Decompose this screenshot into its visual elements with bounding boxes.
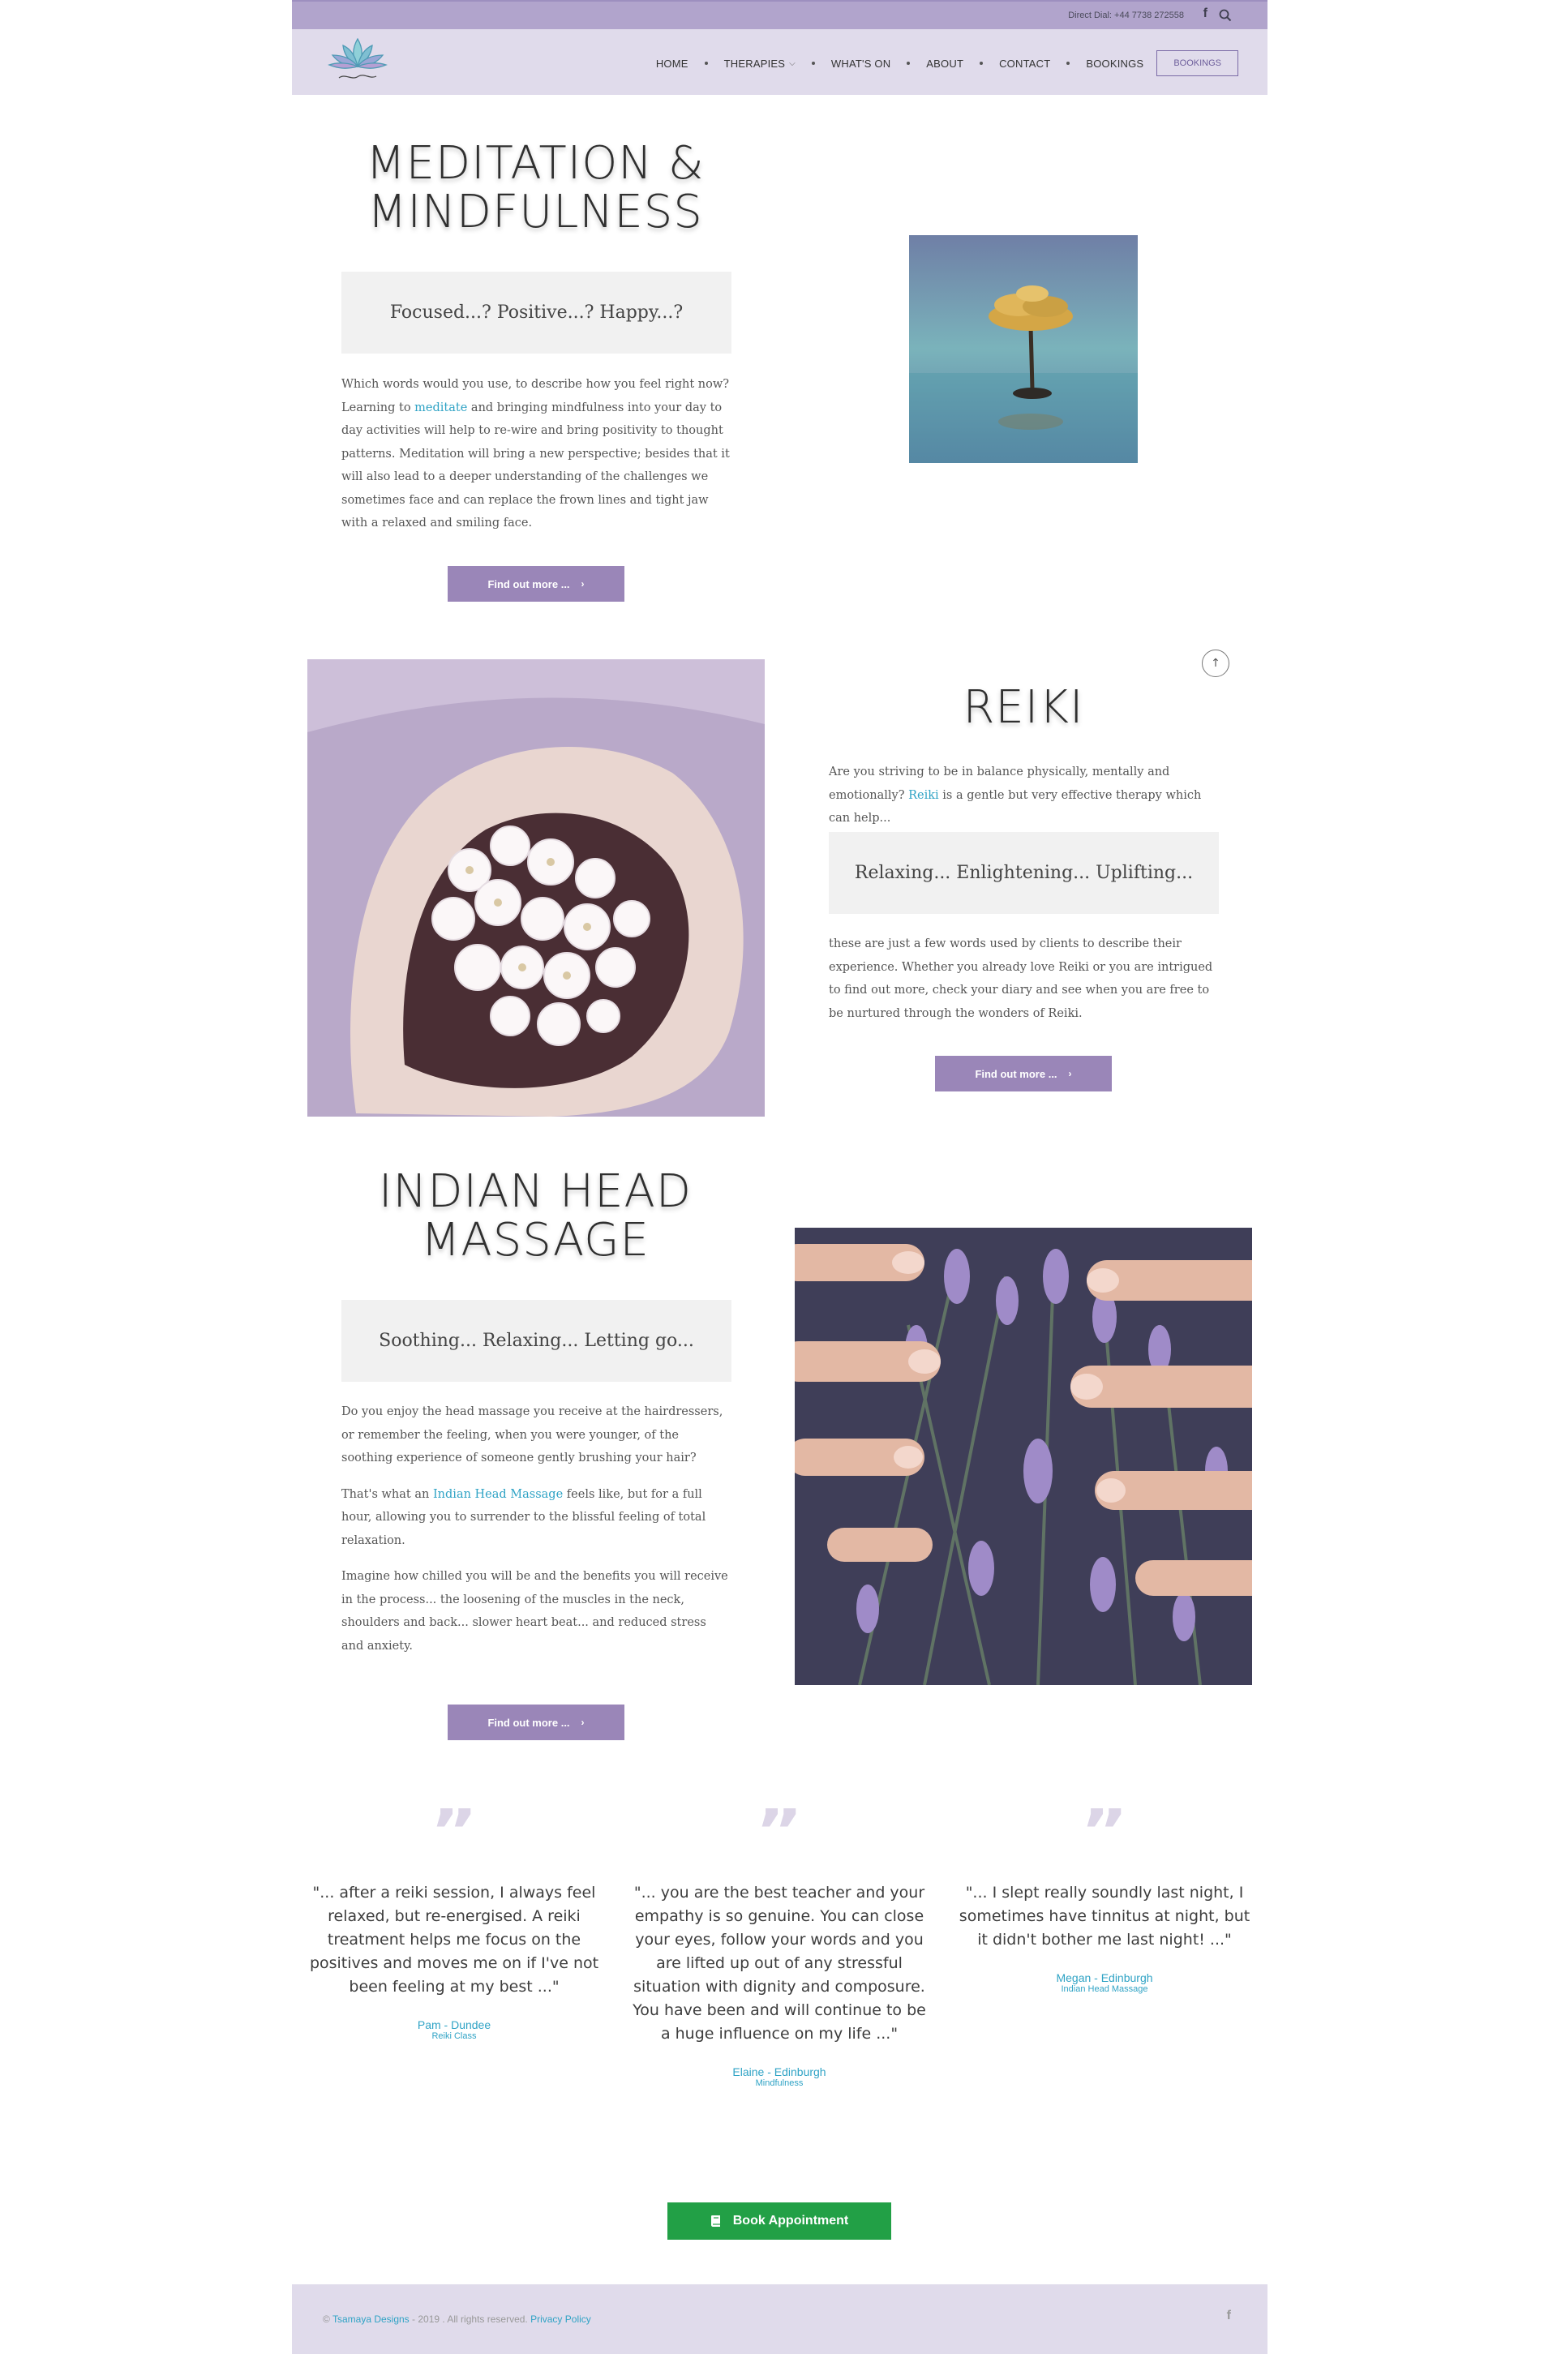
- meditation-find-out-more-button[interactable]: Find out more ... ›: [448, 566, 624, 602]
- ihm-title: INDIAN HEAD MASSAGE: [341, 1168, 730, 1265]
- nav-bookings[interactable]: BOOKINGS: [1086, 58, 1143, 70]
- meditation-tagline: Focused...? Positive...? Happy...?: [389, 302, 684, 323]
- testimonial-class: Reiki Class: [431, 2031, 477, 2041]
- page: Direct Dial: +44 7738 272558 f HOME THER…: [292, 0, 1267, 2380]
- ihm-tagline: Soothing... Relaxing... Letting go...: [379, 1331, 694, 1351]
- testimonial-class: Mindfulness: [755, 2078, 804, 2088]
- ihm-button-label: Find out more ...: [487, 1716, 570, 1729]
- testimonial: ” "... you are the best teacher and your…: [629, 1808, 929, 2088]
- designer-link[interactable]: Tsamaya Designs: [332, 2314, 410, 2325]
- copyright-middle: - 2019 . All rights reserved.: [409, 2314, 531, 2325]
- nav-separator: [704, 62, 708, 65]
- privacy-policy-link[interactable]: Privacy Policy: [530, 2314, 591, 2325]
- nav-separator: [1066, 62, 1070, 65]
- nav-home[interactable]: HOME: [656, 58, 688, 70]
- reiki-link[interactable]: Reiki: [908, 789, 939, 802]
- nav-whats-on[interactable]: WHAT'S ON: [831, 58, 890, 70]
- ihm-p2-text-1: That's what an: [341, 1487, 433, 1501]
- meditation-tagline-box: Focused...? Positive...? Happy...?: [341, 272, 731, 354]
- hands-flowers-image: [307, 659, 765, 1117]
- facebook-icon[interactable]: f: [1203, 6, 1207, 21]
- book-appointment-button[interactable]: Book Appointment: [667, 2202, 891, 2240]
- meditate-link[interactable]: meditate: [414, 401, 467, 414]
- site-footer: © Tsamaya Designs - 2019 . All rights re…: [292, 2284, 1267, 2354]
- copyright-text: © Tsamaya Designs - 2019 . All rights re…: [323, 2314, 591, 2325]
- reiki-title: REIKI: [963, 681, 1084, 734]
- nav-separator: [907, 62, 911, 65]
- nav-separator: [811, 62, 815, 65]
- testimonial-class: Indian Head Massage: [1061, 1984, 1148, 1994]
- chevron-down-icon: ⌵: [789, 58, 796, 68]
- facebook-icon[interactable]: f: [1227, 2309, 1231, 2323]
- ihm-tagline-box: Soothing... Relaxing... Letting go...: [341, 1300, 731, 1382]
- meditation-title-line1: MEDITATION &: [366, 137, 705, 190]
- nav-therapies-label: THERAPIES: [723, 57, 786, 70]
- hands-lavender-image: [795, 1228, 1252, 1685]
- book-appointment-label: Book Appointment: [732, 2214, 849, 2228]
- quote-icon: ”: [954, 1808, 1255, 1849]
- meditation-text-2: and bringing mindfulness into your day t…: [341, 401, 730, 530]
- testimonial-text: "... you are the best teacher and your e…: [633, 1884, 926, 2043]
- ihm-paragraph-1: Do you enjoy the head massage you receiv…: [341, 1405, 723, 1464]
- ihm-paragraph-2: That's what an Indian Head Massage feels…: [341, 1483, 731, 1553]
- ihm-title-line1: INDIAN HEAD: [379, 1165, 692, 1218]
- indian-head-massage-link[interactable]: Indian Head Massage: [433, 1488, 563, 1501]
- direct-dial-text[interactable]: Direct Dial: +44 7738 272558: [1068, 11, 1184, 20]
- arrow-up-icon: ↑: [1211, 657, 1220, 670]
- reiki-tagline-box: Relaxing... Enlightening... Uplifting...: [829, 832, 1219, 914]
- ihm-paragraphs: Do you enjoy the head massage you receiv…: [341, 1400, 731, 1670]
- reiki-find-out-more-button[interactable]: Find out more ... ›: [935, 1056, 1112, 1091]
- chevron-right-icon: ›: [581, 1717, 585, 1728]
- search-icon[interactable]: [1219, 9, 1232, 22]
- meditation-title-line2: MINDFULNESS: [367, 186, 703, 238]
- testimonial: ” "... I slept really soundly last night…: [954, 1808, 1255, 1994]
- lotus-logo[interactable]: [321, 32, 394, 91]
- reiki-tagline: Relaxing... Enlightening... Uplifting...: [854, 863, 1194, 883]
- quote-icon: ”: [629, 1808, 929, 1849]
- testimonial-text: "... after a reiki session, I always fee…: [309, 1884, 599, 1996]
- chevron-right-icon: ›: [581, 578, 585, 590]
- reiki-paragraph: these are just a few words used by clien…: [829, 937, 1213, 1020]
- main-nav: HOME THERAPIES ⌵ WHAT'S ON ABOUT CONTACT …: [656, 49, 1238, 78]
- reiki-button-label: Find out more ...: [975, 1067, 1057, 1080]
- nav-contact[interactable]: CONTACT: [999, 58, 1050, 70]
- nav-about[interactable]: ABOUT: [926, 58, 963, 70]
- meditation-paragraph: Which words would you use, to describe h…: [341, 373, 731, 535]
- site-header: HOME THERAPIES ⌵ WHAT'S ON ABOUT CONTACT …: [292, 29, 1267, 95]
- quote-icon: ”: [304, 1808, 604, 1849]
- bookings-button[interactable]: BOOKINGS: [1156, 50, 1238, 76]
- testimonial-author: Megan - Edinburgh: [1056, 1971, 1153, 1984]
- reiki-intro: Are you striving to be in balance physic…: [829, 761, 1219, 830]
- nav-therapies[interactable]: THERAPIES ⌵: [724, 58, 796, 70]
- ihm-find-out-more-button[interactable]: Find out more ... ›: [448, 1705, 624, 1740]
- copyright-symbol: ©: [323, 2314, 332, 2325]
- testimonial-text: "... I slept really soundly last night, …: [959, 1884, 1250, 1949]
- tree-reflection-image: [909, 235, 1138, 463]
- testimonial-author: Elaine - Edinburgh: [732, 2065, 826, 2078]
- book-icon: [710, 2215, 720, 2227]
- ihm-title-line2: MASSAGE: [421, 1214, 650, 1267]
- testimonial: ” "... after a reiki session, I always f…: [304, 1808, 604, 2041]
- meditation-title: MEDITATION & MINDFULNESS: [341, 139, 730, 237]
- testimonial-author: Pam - Dundee: [417, 2018, 491, 2031]
- nav-separator: [980, 62, 984, 65]
- meditation-button-label: Find out more ...: [487, 577, 570, 590]
- scroll-to-top-button[interactable]: ↑: [1202, 650, 1229, 677]
- top-bar: Direct Dial: +44 7738 272558 f: [292, 0, 1267, 29]
- chevron-right-icon: ›: [1068, 1068, 1072, 1079]
- ihm-paragraph-3: Imagine how chilled you will be and the …: [341, 1570, 728, 1653]
